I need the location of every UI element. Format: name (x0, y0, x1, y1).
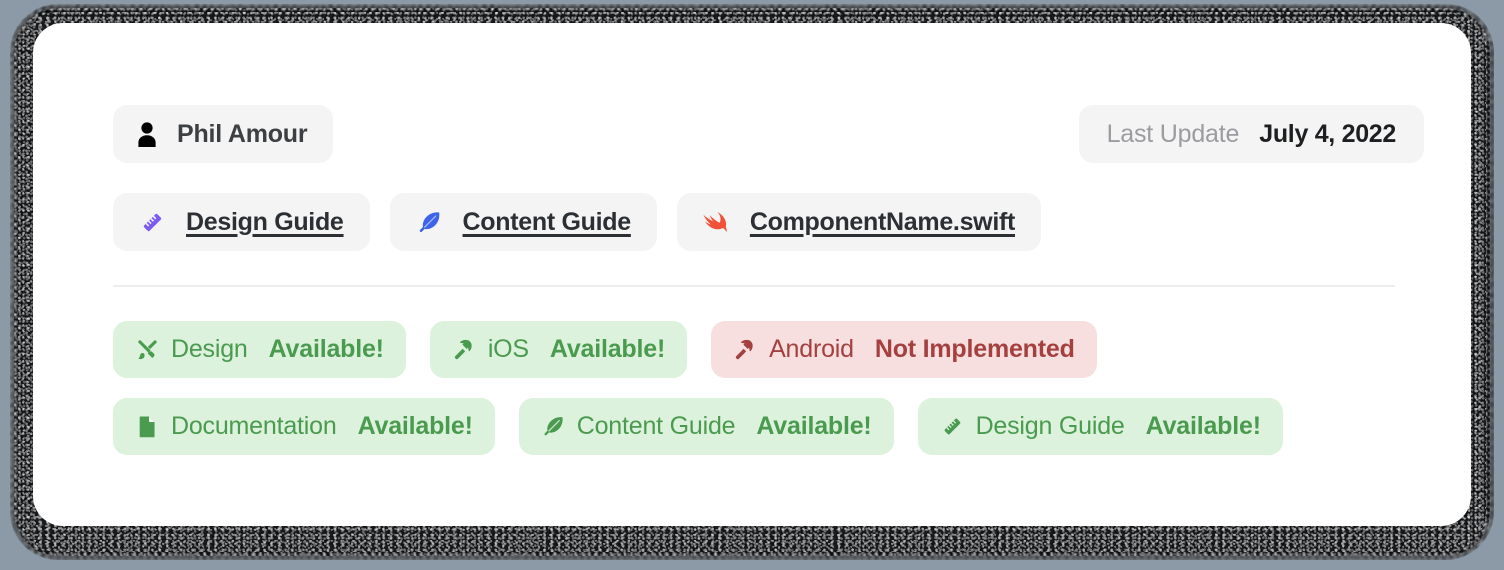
swift-bird-icon (703, 211, 727, 232)
link-content-guide[interactable]: Content Guide (389, 193, 657, 251)
ruler-icon (143, 213, 162, 231)
status-value: Available! (549, 335, 666, 363)
person-icon (138, 122, 156, 147)
card-content: Phil Amour Last Update July 4, 2022 Desi… (113, 105, 1424, 455)
status-value: Available! (268, 335, 384, 363)
link-label: ComponentName.swift (749, 207, 1016, 236)
status-badge-documentation: Documentation Available! (113, 398, 495, 455)
status-badge-design: Design Available! (113, 321, 406, 378)
status-row-platforms: Design Available! iOS Available! Android… (113, 321, 1424, 378)
status-value: Available! (1145, 412, 1261, 440)
hammer-icon (454, 339, 472, 360)
ruler-icon (944, 418, 960, 435)
link-component-swift-file[interactable]: ComponentName.swift (676, 193, 1042, 251)
last-update-chip: Last Update July 4, 2022 (1078, 105, 1424, 163)
component-info-card: Phil Amour Last Update July 4, 2022 Desi… (33, 23, 1471, 526)
status-value: Not Implemented (874, 335, 1075, 363)
status-row-resources: Documentation Available! Content Guide A… (113, 398, 1424, 455)
status-label: Documentation (171, 412, 337, 440)
status-label: iOS (487, 335, 529, 363)
document-icon (139, 416, 155, 438)
screenshot-stage: Phil Amour Last Update July 4, 2022 Desi… (0, 0, 1504, 570)
last-update-value: July 4, 2022 (1259, 119, 1396, 148)
last-update-label: Last Update (1106, 119, 1240, 148)
status-value: Available! (357, 412, 473, 440)
status-badge-content-guide: Content Guide Available! (518, 398, 894, 455)
resource-links-row: Design Guide Content Guide ComponentName… (113, 193, 1424, 251)
feather-icon (419, 211, 439, 232)
status-badge-android: Android Not Implemented (711, 321, 1097, 378)
link-design-guide[interactable]: Design Guide (113, 193, 370, 251)
card-header-row: Phil Amour Last Update July 4, 2022 (113, 105, 1424, 163)
author-name: Phil Amour (177, 119, 308, 148)
status-label: Content Guide (576, 412, 736, 440)
section-divider (113, 285, 1395, 287)
status-badge-ios: iOS Available! (429, 321, 688, 378)
paintbrush-pencil-icon (138, 340, 157, 360)
status-label: Design Guide (975, 412, 1125, 440)
link-label: Design Guide (186, 207, 344, 236)
status-label: Design (171, 335, 248, 363)
feather-icon (544, 417, 563, 436)
hammer-icon (735, 339, 753, 360)
status-badge-design-guide: Design Guide Available! (917, 398, 1283, 455)
status-value: Available! (756, 412, 872, 440)
status-label: Android (769, 335, 854, 363)
link-label: Content Guide (462, 207, 632, 236)
author-chip[interactable]: Phil Amour (113, 105, 334, 163)
